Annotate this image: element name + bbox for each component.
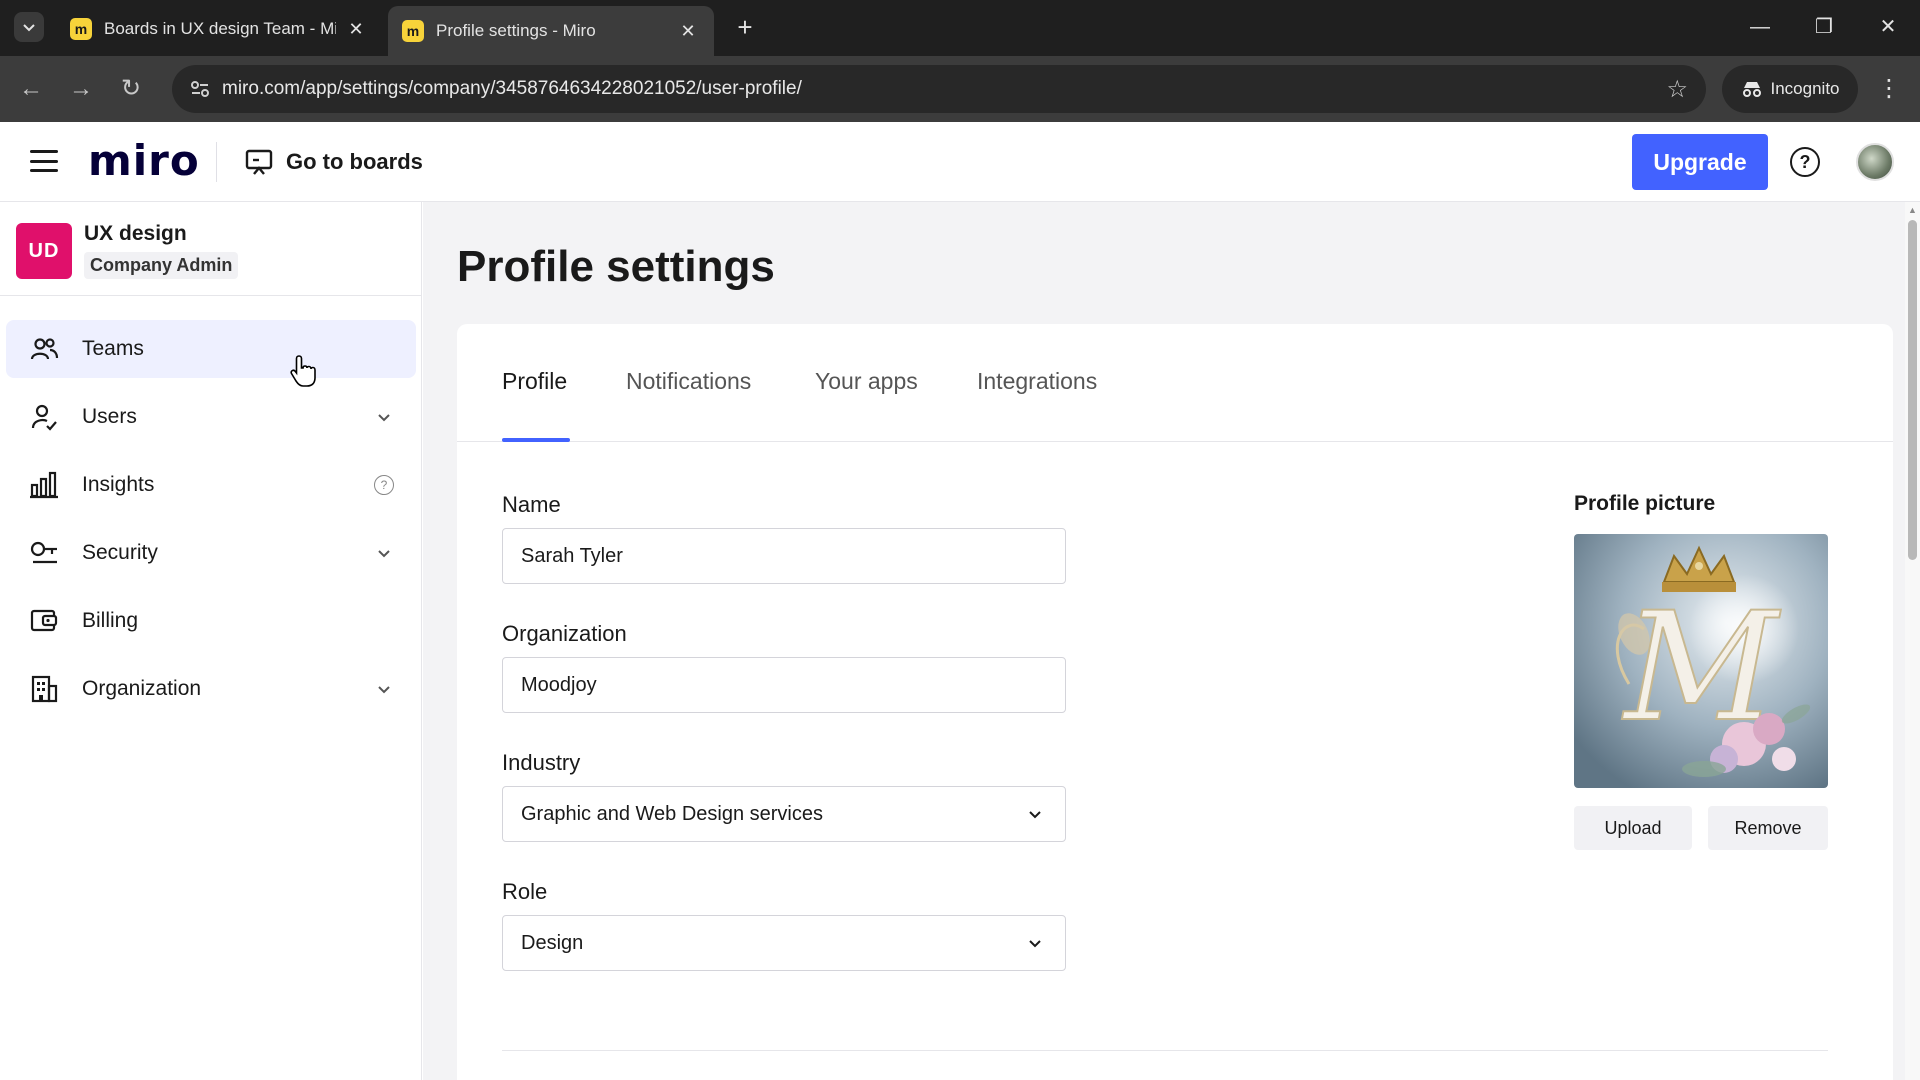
scrollbar-thumb[interactable] <box>1908 220 1917 560</box>
page-title: Profile settings <box>457 242 775 291</box>
sidebar-item-label: Teams <box>82 337 144 360</box>
tab-integrations[interactable]: Integrations <box>977 368 1097 395</box>
sidebar-item-billing[interactable]: Billing <box>6 592 416 650</box>
role-select[interactable]: Design <box>502 915 1066 971</box>
role-value: Design <box>521 931 584 954</box>
miro-favicon-icon: m <box>402 20 424 42</box>
profile-picture: M <box>1574 534 1828 788</box>
browser-address-bar: ← → ↻ miro.com/app/settings/company/3458… <box>0 56 1920 122</box>
tab-your-apps[interactable]: Your apps <box>815 368 918 395</box>
user-icon <box>28 401 60 433</box>
forward-icon[interactable]: → <box>66 74 96 104</box>
sidebar-item-label: Billing <box>82 609 139 632</box>
header-divider <box>216 142 217 182</box>
window-close-icon[interactable]: ✕ <box>1868 12 1908 42</box>
settings-sidebar: UD UX design Company Admin Teams Users I… <box>0 202 422 1080</box>
info-symbol: ? <box>374 475 394 495</box>
scroll-up-icon[interactable]: ▲ <box>1908 204 1917 216</box>
browser-tab-profile-settings[interactable]: m Profile settings - Miro ✕ <box>388 6 714 56</box>
back-icon[interactable]: ← <box>16 74 46 104</box>
restore-icon[interactable]: ❐ <box>1804 12 1844 42</box>
industry-label: Industry <box>502 750 581 775</box>
chevron-down-icon <box>1029 940 1041 948</box>
tab-title: Profile settings - Miro <box>436 21 596 40</box>
industry-select[interactable]: Graphic and Web Design services <box>502 786 1066 842</box>
org-badge: UD <box>16 223 72 279</box>
minimize-icon[interactable]: — <box>1740 12 1780 42</box>
active-tab-indicator <box>502 438 570 442</box>
incognito-indicator[interactable]: Incognito <box>1722 65 1858 113</box>
chevron-down-icon[interactable] <box>372 677 396 701</box>
sidebar-item-label: Organization <box>82 677 202 700</box>
avatar[interactable] <box>1856 143 1894 181</box>
site-settings-icon[interactable] <box>188 77 212 101</box>
industry-value: Graphic and Web Design services <box>521 802 823 825</box>
bookmark-star-icon[interactable]: ☆ <box>1666 75 1688 104</box>
app-header: miro Go to boards Upgrade ? <box>0 122 1920 202</box>
org-switcher[interactable]: UD UX design Company Admin <box>0 202 422 296</box>
tab-notifications[interactable]: Notifications <box>626 368 751 395</box>
sidebar-item-insights[interactable]: Insights ? <box>6 456 416 514</box>
sidebar-item-label: Security <box>82 541 158 564</box>
browser-menu-icon[interactable]: ⋮ <box>1874 74 1904 104</box>
new-tab-button[interactable]: + <box>730 12 760 42</box>
settings-tabs: Profile Notifications Your apps Integrat… <box>457 324 1893 442</box>
browser-tab-bar: m Boards in UX design Team - Miro ✕ m Pr… <box>0 0 1920 56</box>
info-icon[interactable]: ? <box>372 473 396 497</box>
wallet-icon <box>28 605 60 637</box>
url-text: miro.com/app/settings/company/3458764634… <box>222 78 802 99</box>
close-icon[interactable]: ✕ <box>344 19 368 40</box>
sidebar-item-security[interactable]: Security <box>6 524 416 582</box>
chevron-down-icon[interactable] <box>372 405 396 429</box>
key-icon <box>28 537 60 569</box>
miro-logo[interactable]: miro <box>88 136 200 185</box>
tab-title: Boards in UX design Team - Miro <box>104 19 336 38</box>
name-input[interactable] <box>502 528 1066 584</box>
main-content: Profile settings Profile Notifications Y… <box>423 202 1905 1080</box>
chevron-down-icon <box>23 24 35 32</box>
tab-search-button[interactable] <box>14 12 44 42</box>
page-scrollbar[interactable]: ▲ <box>1905 202 1920 1080</box>
tab-profile[interactable]: Profile <box>502 368 567 395</box>
miro-favicon-icon: m <box>70 18 92 40</box>
browser-tab-boards[interactable]: m Boards in UX design Team - Miro ✕ <box>56 8 382 50</box>
settings-card: Profile Notifications Your apps Integrat… <box>457 324 1893 1080</box>
sidebar-item-label: Insights <box>82 473 155 496</box>
sidebar-item-organization[interactable]: Organization <box>6 660 416 718</box>
go-to-boards-button[interactable]: Go to boards <box>244 144 423 180</box>
org-name: UX design <box>84 222 187 245</box>
sidebar-item-label: Users <box>82 405 137 428</box>
board-icon <box>245 149 273 175</box>
sidebar-item-users[interactable]: Users <box>6 388 416 446</box>
remove-button[interactable]: Remove <box>1708 806 1828 850</box>
section-divider <box>502 1050 1828 1051</box>
go-to-boards-label: Go to boards <box>286 149 423 174</box>
hamburger-menu-icon[interactable] <box>30 150 58 172</box>
upgrade-button[interactable]: Upgrade <box>1632 134 1768 190</box>
teams-icon <box>28 333 60 365</box>
monogram-image: M <box>1574 534 1828 788</box>
help-icon[interactable]: ? <box>1790 147 1820 177</box>
reload-icon[interactable]: ↻ <box>116 74 146 104</box>
incognito-label: Incognito <box>1770 79 1840 98</box>
url-input[interactable]: miro.com/app/settings/company/3458764634… <box>172 65 1706 113</box>
profile-picture-title: Profile picture <box>1574 492 1716 515</box>
chevron-down-icon <box>1029 811 1041 819</box>
building-icon <box>28 673 60 705</box>
name-label: Name <box>502 492 561 517</box>
organization-input[interactable] <box>502 657 1066 713</box>
incognito-icon <box>1742 82 1761 97</box>
hand-cursor-icon <box>290 355 316 387</box>
bar-chart-icon <box>28 469 60 501</box>
organization-label: Organization <box>502 621 627 646</box>
upload-button[interactable]: Upload <box>1574 806 1692 850</box>
sidebar-item-teams[interactable]: Teams <box>6 320 416 378</box>
role-label: Role <box>502 879 548 904</box>
close-icon[interactable]: ✕ <box>676 21 700 42</box>
org-role-badge: Company Admin <box>84 252 239 279</box>
chevron-down-icon[interactable] <box>372 541 396 565</box>
